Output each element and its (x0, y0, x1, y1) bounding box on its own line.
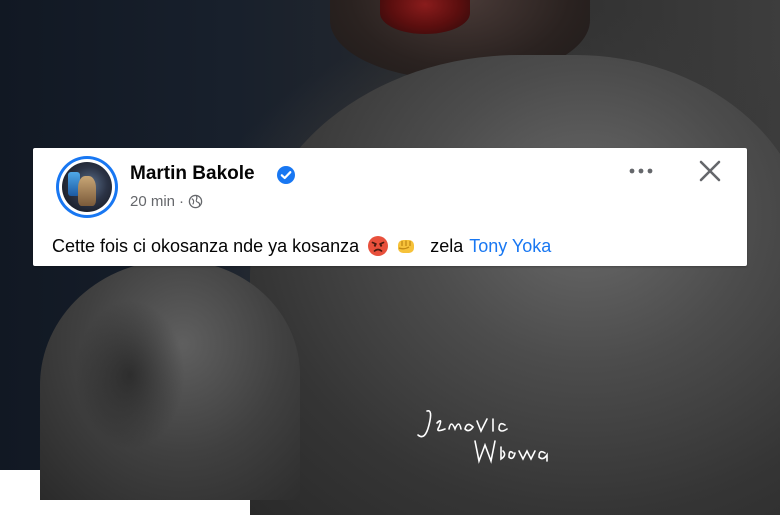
avatar-figure (78, 176, 96, 206)
arm-tattoo (75, 300, 185, 450)
signature-watermark (417, 409, 548, 464)
tagged-person-link[interactable]: Tony Yoka (469, 236, 551, 257)
meta-separator: · (179, 193, 185, 210)
facebook-post-card: Martin Bakole 20 min · Cette fois ci oko… (33, 148, 747, 266)
post-meta: 20 min · (130, 193, 203, 210)
avatar-photo (62, 162, 112, 212)
post-time[interactable]: 20 min (130, 193, 175, 210)
post-body: Cette fois ci okosanza nde ya kosanza (52, 235, 360, 256)
post-text: Cette fois ci okosanza nde ya kosanza ze… (52, 235, 551, 257)
author-name[interactable]: Martin Bakole (130, 163, 255, 185)
angry-face-icon (368, 236, 389, 256)
post-after-emoji: zela (430, 235, 464, 256)
globe-icon[interactable] (188, 194, 203, 209)
more-options-icon[interactable] (626, 158, 656, 184)
avatar[interactable] (56, 156, 118, 218)
oncoming-fist-icon (398, 240, 415, 253)
close-icon[interactable] (695, 156, 725, 186)
verified-badge-icon (277, 166, 295, 184)
